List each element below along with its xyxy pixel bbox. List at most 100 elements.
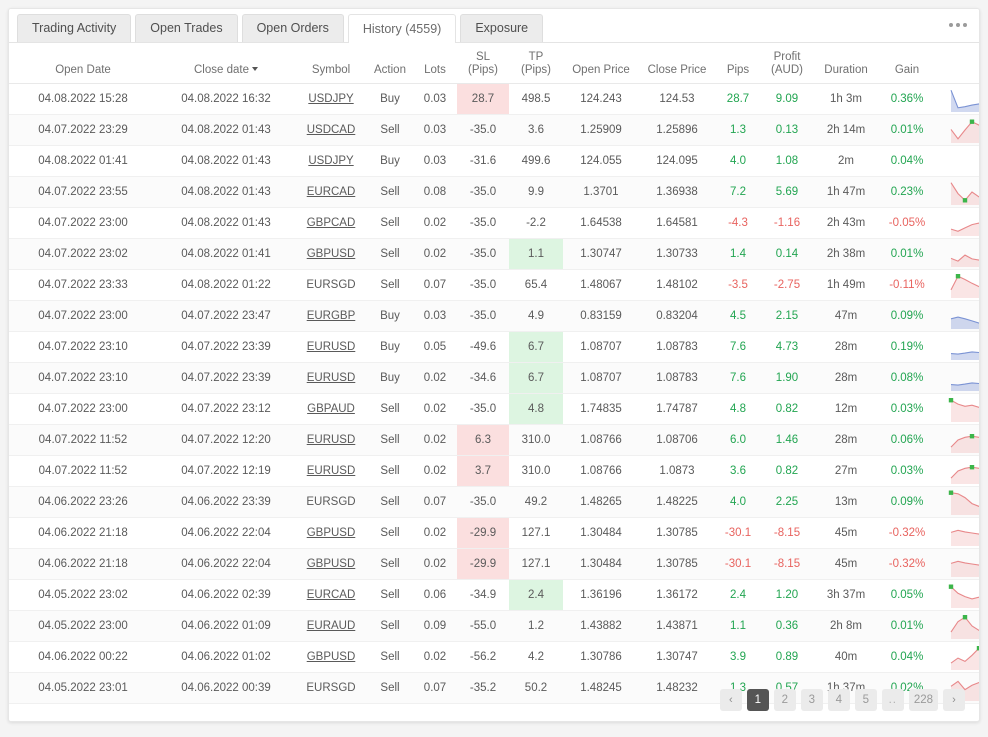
cell-symbol[interactable]: EURUSD — [295, 362, 367, 393]
cell-symbol[interactable]: EURCAD — [295, 176, 367, 207]
column-header-pips[interactable]: Pips — [715, 43, 761, 83]
cell-symbol[interactable]: GBPUSD — [295, 517, 367, 548]
cell-close-price: 1.36938 — [639, 176, 715, 207]
table-row[interactable]: 04.07.2022 23:0204.08.2022 01:41GBPUSDSe… — [9, 238, 980, 269]
symbol-link[interactable]: EURCAD — [307, 186, 356, 198]
symbol-link[interactable]: EURUSD — [307, 465, 356, 477]
column-header-line2: (Pips) — [461, 64, 505, 77]
table-row[interactable]: 04.05.2022 23:0004.06.2022 01:09EURAUDSe… — [9, 610, 980, 641]
tab-exposure[interactable]: Exposure — [460, 14, 543, 42]
table-row[interactable]: 04.05.2022 23:0204.06.2022 02:39EURCADSe… — [9, 579, 980, 610]
more-options-icon[interactable] — [949, 23, 967, 27]
cell-symbol[interactable]: USDJPY — [295, 145, 367, 176]
column-header-gain[interactable]: Gain — [879, 43, 935, 83]
column-header-chart[interactable]: i — [935, 43, 980, 83]
tab-trading-activity[interactable]: Trading Activity — [17, 14, 131, 42]
symbol-link[interactable]: GBPUSD — [307, 527, 356, 539]
table-row[interactable]: 04.07.2022 23:2904.08.2022 01:43USDCADSe… — [9, 114, 980, 145]
symbol-link[interactable]: EURUSD — [307, 434, 356, 446]
sort-desc-icon[interactable] — [252, 67, 258, 71]
cell-tp-pips: 1.2 — [509, 610, 563, 641]
cell-open-price: 124.243 — [563, 83, 639, 114]
table-row[interactable]: 04.07.2022 23:0004.08.2022 01:43GBPCADSe… — [9, 207, 980, 238]
cell-symbol[interactable]: EURAUD — [295, 610, 367, 641]
cell-duration: 45m — [813, 517, 879, 548]
table-row[interactable]: 04.06.2022 21:1804.06.2022 22:04GBPUSDSe… — [9, 548, 980, 579]
symbol-link[interactable]: GBPUSD — [307, 558, 356, 570]
pagination-page-1[interactable]: 1 — [747, 689, 769, 711]
column-header-profit[interactable]: Profit(AUD) — [761, 43, 813, 83]
symbol-link[interactable]: GBPCAD — [307, 217, 356, 229]
cell-close-price: 124.095 — [639, 145, 715, 176]
column-header-lots[interactable]: Lots — [413, 43, 457, 83]
tab-history-4559[interactable]: History (4559) — [348, 14, 457, 43]
column-header-open_date[interactable]: Open Date — [9, 43, 157, 83]
cell-symbol[interactable]: EURUSD — [295, 331, 367, 362]
symbol-link[interactable]: USDCAD — [307, 124, 356, 136]
column-header-close_date[interactable]: Close date — [157, 43, 295, 83]
table-row[interactable]: 04.07.2022 23:3304.08.2022 01:22EURSGDSe… — [9, 269, 980, 300]
cell-symbol: EURSGD — [295, 269, 367, 300]
cell-open-date: 04.06.2022 00:22 — [9, 641, 157, 672]
table-row[interactable]: 04.07.2022 23:1004.07.2022 23:39EURUSDBu… — [9, 331, 980, 362]
cell-close-date: 04.07.2022 23:12 — [157, 393, 295, 424]
table-row[interactable]: 04.06.2022 00:2204.06.2022 01:02GBPUSDSe… — [9, 641, 980, 672]
column-header-line2: (Pips) — [513, 64, 559, 77]
cell-sparkline — [935, 641, 980, 672]
symbol-link[interactable]: EURGBP — [307, 310, 356, 322]
pagination-page-4[interactable]: 4 — [828, 689, 850, 711]
symbol-link[interactable]: GBPUSD — [307, 651, 356, 663]
tab-open-trades[interactable]: Open Trades — [135, 14, 237, 42]
cell-sl-pips: -35.0 — [457, 207, 509, 238]
cell-sl-pips: -34.6 — [457, 362, 509, 393]
table-row[interactable]: 04.07.2022 11:5204.07.2022 12:19EURUSDSe… — [9, 455, 980, 486]
column-header-open_price[interactable]: Open Price — [563, 43, 639, 83]
column-header-symbol[interactable]: Symbol — [295, 43, 367, 83]
symbol-link[interactable]: GBPUSD — [307, 248, 356, 260]
profit-value: 2.15 — [776, 310, 798, 322]
cell-symbol[interactable]: USDJPY — [295, 83, 367, 114]
pagination-page-last[interactable]: 228 — [909, 689, 938, 711]
column-header-close_price[interactable]: Close Price — [639, 43, 715, 83]
pagination-page-5[interactable]: 5 — [855, 689, 877, 711]
symbol-link[interactable]: EURUSD — [307, 372, 356, 384]
pagination-page-3[interactable]: 3 — [801, 689, 823, 711]
tab-open-orders[interactable]: Open Orders — [242, 14, 344, 42]
pagination-prev[interactable]: ‹ — [720, 689, 742, 711]
table-row[interactable]: 04.06.2022 21:1804.06.2022 22:04GBPUSDSe… — [9, 517, 980, 548]
table-row[interactable]: 04.07.2022 23:0004.07.2022 23:47EURGBPBu… — [9, 300, 980, 331]
symbol-link[interactable]: USDJPY — [308, 93, 353, 105]
symbol-link[interactable]: EURCAD — [307, 589, 356, 601]
column-header-tp[interactable]: TP(Pips) — [509, 43, 563, 83]
table-row[interactable]: 04.08.2022 01:4104.08.2022 01:43USDJPYBu… — [9, 145, 980, 176]
cell-lots: 0.02 — [413, 362, 457, 393]
cell-symbol[interactable]: USDCAD — [295, 114, 367, 145]
symbol-link[interactable]: EURUSD — [307, 341, 356, 353]
cell-symbol[interactable]: GBPUSD — [295, 548, 367, 579]
cell-symbol[interactable]: EURGBP — [295, 300, 367, 331]
column-header-action[interactable]: Action — [367, 43, 413, 83]
cell-symbol[interactable]: GBPAUD — [295, 393, 367, 424]
cell-symbol[interactable]: EURUSD — [295, 455, 367, 486]
symbol-link[interactable]: EURAUD — [307, 620, 356, 632]
cell-symbol[interactable]: GBPUSD — [295, 641, 367, 672]
pagination-page-2[interactable]: 2 — [774, 689, 796, 711]
cell-symbol[interactable]: EURUSD — [295, 424, 367, 455]
symbol-link[interactable]: USDJPY — [308, 155, 353, 167]
table-row[interactable]: 04.06.2022 23:2604.06.2022 23:39EURSGDSe… — [9, 486, 980, 517]
pagination-next[interactable]: › — [943, 689, 965, 711]
table-header-row: Open DateClose dateSymbolActionLotsSL(Pi… — [9, 43, 980, 83]
symbol-link[interactable]: GBPAUD — [307, 403, 355, 415]
cell-symbol[interactable]: GBPUSD — [295, 238, 367, 269]
column-header-duration[interactable]: Duration — [813, 43, 879, 83]
table-row[interactable]: 04.07.2022 23:5504.08.2022 01:43EURCADSe… — [9, 176, 980, 207]
table-row[interactable]: 04.08.2022 15:2804.08.2022 16:32USDJPYBu… — [9, 83, 980, 114]
table-row[interactable]: 04.07.2022 23:1004.07.2022 23:39EURUSDBu… — [9, 362, 980, 393]
table-row[interactable]: 04.07.2022 23:0004.07.2022 23:12GBPAUDSe… — [9, 393, 980, 424]
cell-symbol[interactable]: EURCAD — [295, 579, 367, 610]
cell-action: Sell — [367, 610, 413, 641]
table-row[interactable]: 04.07.2022 11:5204.07.2022 12:20EURUSDSe… — [9, 424, 980, 455]
cell-symbol[interactable]: GBPCAD — [295, 207, 367, 238]
column-header-sl[interactable]: SL(Pips) — [457, 43, 509, 83]
cell-close-price: 0.83204 — [639, 300, 715, 331]
